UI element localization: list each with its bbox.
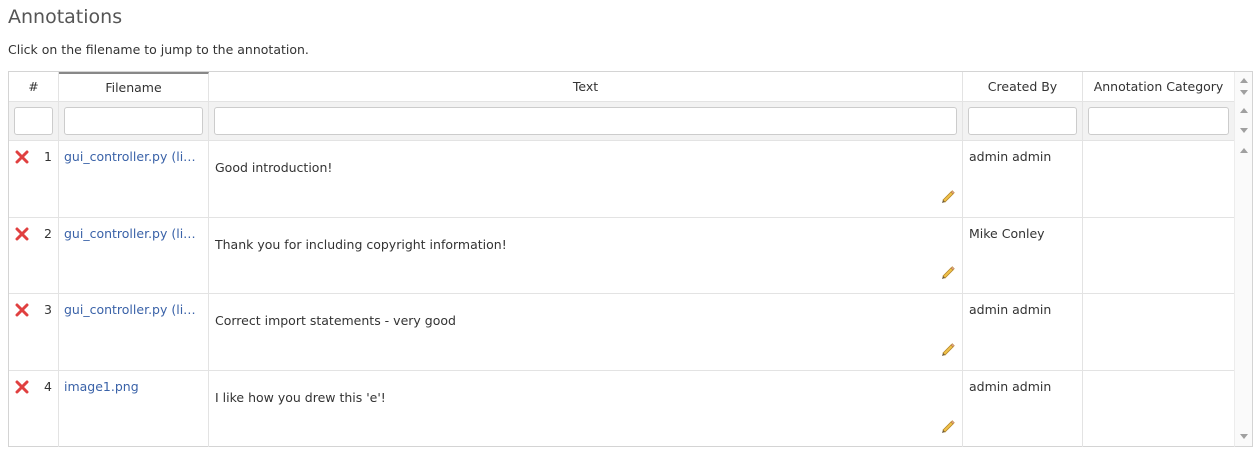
created-by-text: admin admin — [969, 302, 1052, 317]
row-number-cell: 3 — [9, 294, 59, 370]
column-header-annotation-category[interactable]: Annotation Category — [1083, 72, 1235, 102]
table-header-row: # Filename Text Created By Annotation Ca… — [9, 72, 1235, 102]
filter-category-input[interactable] — [1088, 107, 1229, 135]
delete-x-icon[interactable] — [15, 150, 29, 164]
row-number: 3 — [44, 302, 52, 317]
delete-x-icon[interactable] — [15, 303, 29, 317]
annotation-text-cell: Good introduction! — [209, 141, 963, 217]
column-header-filename[interactable]: Filename — [59, 72, 209, 102]
row-number-cell: 1 — [9, 141, 59, 217]
annotation-category-text — [1083, 294, 1234, 302]
column-header-created-by[interactable]: Created By — [963, 72, 1083, 102]
annotation-text: I like how you drew this 'e'! — [215, 389, 386, 405]
created-by-cell: admin admin — [963, 141, 1083, 217]
page-title: Annotations — [8, 6, 123, 28]
table-row: 3 gui_controller.py (line... Correct imp… — [9, 294, 1235, 371]
annotation-category-cell — [1083, 217, 1235, 293]
filter-text-input[interactable] — [214, 107, 957, 135]
filename-link[interactable]: gui_controller.py (line... — [59, 294, 208, 317]
arrow-up-icon[interactable] — [1240, 108, 1248, 113]
filter-cell-text — [209, 102, 963, 140]
table-row: 2 gui_controller.py (line... Thank you f… — [9, 217, 1235, 294]
filename-cell: gui_controller.py (line... — [59, 217, 209, 293]
arrow-down-icon[interactable] — [1240, 90, 1248, 95]
row-number: 2 — [44, 225, 52, 241]
created-by-cell: admin admin — [963, 294, 1083, 370]
table-row: 4 image1.png I like how you drew this 'e… — [9, 370, 1235, 447]
row-number-cell: 4 — [9, 370, 59, 447]
filename-cell: image1.png — [59, 370, 209, 447]
annotation-text-cell: Correct import statements - very good — [209, 294, 963, 370]
table-row: 1 gui_controller.py (line... Good introd… — [9, 141, 1235, 218]
pencil-icon[interactable] — [940, 419, 956, 435]
arrow-down-icon[interactable] — [1240, 434, 1248, 439]
annotation-category-text — [1083, 218, 1234, 226]
filename-link[interactable]: gui_controller.py (line... — [59, 218, 208, 241]
arrow-down-icon[interactable] — [1240, 128, 1248, 133]
filter-cell-created-by — [963, 102, 1083, 140]
annotation-text-cell: Thank you for including copyright inform… — [209, 217, 963, 293]
annotation-category-cell — [1083, 294, 1235, 370]
pencil-icon[interactable] — [940, 265, 956, 281]
annotation-text: Good introduction! — [215, 160, 333, 175]
annotation-text: Correct import statements - very good — [215, 313, 456, 328]
filter-created-by-input[interactable] — [968, 107, 1077, 135]
row-number-cell: 2 — [9, 217, 59, 293]
filename-cell: gui_controller.py (line... — [59, 141, 209, 217]
filter-filename-input[interactable] — [64, 107, 203, 135]
created-by-text: admin admin — [969, 378, 1052, 394]
page-subtitle: Click on the filename to jump to the ann… — [8, 42, 309, 57]
pencil-icon[interactable] — [940, 189, 956, 205]
annotation-text: Thank you for including copyright inform… — [215, 236, 507, 252]
annotations-page: Annotations Click on the filename to jum… — [0, 0, 1255, 455]
annotations-table: # Filename Text Created By Annotation Ca… — [8, 71, 1253, 447]
delete-x-icon[interactable] — [15, 227, 29, 241]
row-number: 1 — [44, 149, 52, 164]
row-number: 4 — [44, 378, 52, 394]
vertical-scrollbar[interactable] — [1234, 72, 1252, 446]
filename-link[interactable]: image1.png — [59, 371, 208, 394]
filter-cell-category — [1083, 102, 1235, 140]
created-by-text: Mike Conley — [969, 225, 1045, 241]
filename-cell: gui_controller.py (line... — [59, 294, 209, 370]
filter-cell-filename — [59, 102, 209, 140]
annotation-text-cell: I like how you drew this 'e'! — [209, 370, 963, 447]
arrow-up-icon[interactable] — [1240, 78, 1248, 83]
annotation-category-cell — [1083, 370, 1235, 447]
filename-link[interactable]: gui_controller.py (line... — [59, 141, 208, 164]
filter-number-input[interactable] — [14, 107, 53, 135]
created-by-cell: Mike Conley — [963, 217, 1083, 293]
table-body: 1 gui_controller.py (line... Good introd… — [9, 141, 1235, 447]
table-filter-row — [9, 102, 1235, 141]
pencil-icon[interactable] — [940, 342, 956, 358]
delete-x-icon[interactable] — [15, 380, 29, 394]
annotation-category-cell — [1083, 141, 1235, 217]
filter-cell-number — [9, 102, 59, 140]
column-header-text[interactable]: Text — [209, 72, 963, 102]
annotation-category-text — [1083, 371, 1234, 379]
annotation-category-text — [1083, 141, 1234, 149]
created-by-cell: admin admin — [963, 370, 1083, 447]
column-header-number[interactable]: # — [9, 72, 59, 102]
arrow-up-icon[interactable] — [1240, 148, 1248, 153]
created-by-text: admin admin — [969, 149, 1052, 164]
